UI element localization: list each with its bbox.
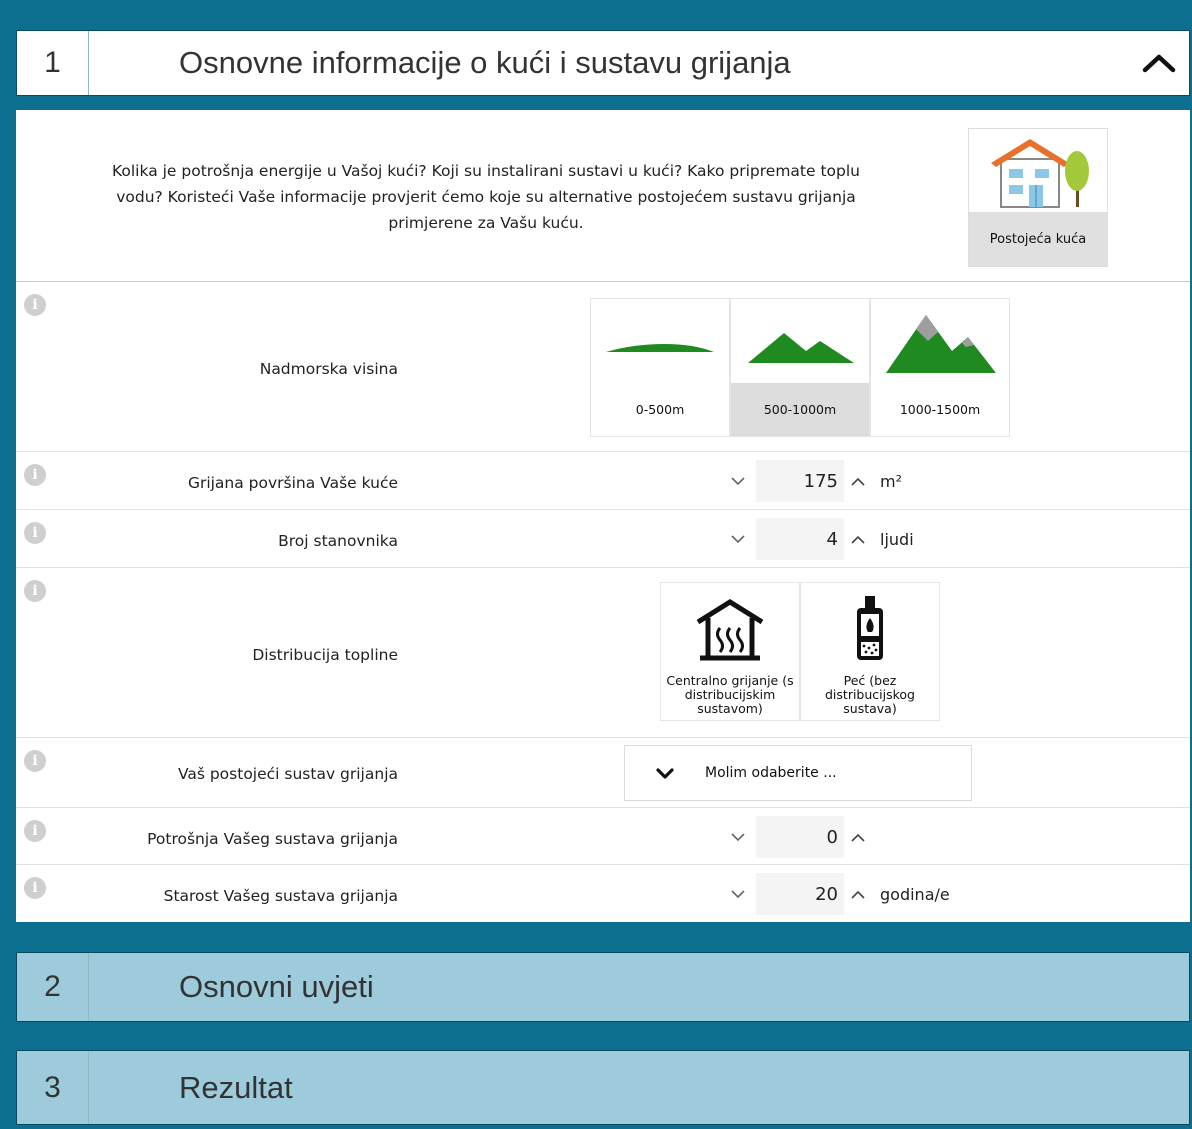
chevron-down-icon <box>731 534 745 543</box>
age-row: i Starost Vašeg sustava grijanja 20 godi… <box>16 865 1190 922</box>
age-value[interactable]: 20 <box>756 873 844 915</box>
consumption-value[interactable]: 0 <box>756 816 844 858</box>
residents-row: i Broj stanovnika 4 ljudi <box>16 510 1190 568</box>
distribution-option-label: Centralno grijanje (s distribucijskim su… <box>666 673 794 716</box>
house-card[interactable]: Postojeća kuća <box>968 128 1108 267</box>
section-number: 2 <box>17 953 89 1021</box>
hill-low-icon <box>606 344 714 352</box>
chevron-up-icon <box>1142 54 1176 73</box>
section-1-panel: Kolika je potrošnja energije u Vašoj kuć… <box>16 110 1190 922</box>
decrement-button[interactable] <box>724 823 752 851</box>
collapse-button[interactable] <box>1129 31 1189 95</box>
distribution-row: i Distribucija topline Centralno grijanj… <box>16 568 1190 738</box>
increment-button[interactable] <box>844 823 872 851</box>
house-card-label: Postojeća kuća <box>969 212 1107 266</box>
chevron-down-icon <box>731 889 745 898</box>
decrement-button[interactable] <box>724 880 752 908</box>
altitude-option-low[interactable]: 0-500m <box>590 298 730 437</box>
section-2-header[interactable]: 2 Osnovni uvjeti <box>16 952 1190 1022</box>
altitude-option-label: 1000-1500m <box>899 402 981 417</box>
mountain-high-icon <box>886 315 996 373</box>
section-number: 1 <box>17 31 89 95</box>
increment-button[interactable] <box>844 880 872 908</box>
age-stepper: 20 godina/e <box>724 873 950 915</box>
altitude-option-high[interactable]: 1000-1500m <box>870 298 1010 437</box>
area-value[interactable]: 175 <box>756 460 844 502</box>
distribution-option-stove[interactable]: Peć (bez distribucijskog sustava) <box>800 582 940 721</box>
chevron-down-icon <box>731 832 745 841</box>
altitude-row: i Nadmorska visina 0-500m 500-1000m 1000… <box>16 282 1190 452</box>
increment-button[interactable] <box>844 525 872 553</box>
altitude-label: Nadmorska visina <box>259 360 398 378</box>
mountain-mid-icon <box>748 333 854 363</box>
central-heating-icon <box>696 599 764 661</box>
distribution-option-central[interactable]: Centralno grijanje (s distribucijskim su… <box>660 582 800 721</box>
section-title: Osnovni uvjeti <box>179 969 374 1004</box>
chevron-up-icon <box>851 535 865 544</box>
section-title: Osnovne informacije o kući i sustavu gri… <box>179 45 791 80</box>
altitude-option-label: 0-500m <box>635 402 685 417</box>
system-label: Vaš postojeći sustav grijanja <box>177 765 398 783</box>
consumption-stepper: 0 <box>724 816 872 858</box>
chevron-up-icon <box>851 890 865 899</box>
increment-button[interactable] <box>844 467 872 495</box>
house-icon <box>991 139 1089 208</box>
chevron-up-icon <box>851 477 865 486</box>
residents-value[interactable]: 4 <box>756 518 844 560</box>
info-icon[interactable]: i <box>24 294 46 316</box>
section-number: 3 <box>17 1051 89 1124</box>
area-unit: m² <box>880 471 902 491</box>
residents-label: Broj stanovnika <box>278 532 398 550</box>
residents-unit: ljudi <box>880 529 914 549</box>
section-title: Rezultat <box>179 1069 293 1105</box>
distribution-option-label: Peć (bez distribucijskog sustava) <box>825 673 915 716</box>
consumption-row: i Potrošnja Vašeg sustava grijanja 0 <box>16 808 1190 865</box>
system-row: i Vaš postojeći sustav grijanja Molim od… <box>16 738 1190 808</box>
decrement-button[interactable] <box>724 525 752 553</box>
distribution-label: Distribucija topline <box>252 646 398 664</box>
altitude-option-label: 500-1000m <box>731 383 869 436</box>
section-3-header[interactable]: 3 Rezultat <box>16 1050 1190 1125</box>
area-row: i Grijana površina Vaše kuće 175 m² <box>16 452 1190 510</box>
age-label: Starost Vašeg sustava grijanja <box>163 887 398 905</box>
area-label: Grijana površina Vaše kuće <box>187 474 398 492</box>
area-stepper: 175 m² <box>724 460 902 502</box>
consumption-label: Potrošnja Vašeg sustava grijanja <box>147 830 398 848</box>
stove-icon <box>857 596 883 660</box>
decrement-button[interactable] <box>724 467 752 495</box>
age-unit: godina/e <box>880 884 950 904</box>
residents-stepper: 4 ljudi <box>724 518 914 560</box>
intro-text: Kolika je potrošnja energije u Vašoj kuć… <box>112 162 860 233</box>
system-select-text: Molim odaberite ... <box>705 765 837 781</box>
intro-block: Kolika je potrošnja energije u Vašoj kuć… <box>16 110 1190 282</box>
altitude-option-mid[interactable]: 500-1000m <box>730 298 870 437</box>
chevron-down-icon <box>731 476 745 485</box>
chevron-down-icon <box>625 767 705 779</box>
section-1-header[interactable]: 1 Osnovne informacije o kući i sustavu g… <box>16 30 1190 96</box>
chevron-up-icon <box>851 833 865 842</box>
system-select[interactable]: Molim odaberite ... <box>624 745 972 801</box>
info-icon[interactable]: i <box>24 580 46 602</box>
